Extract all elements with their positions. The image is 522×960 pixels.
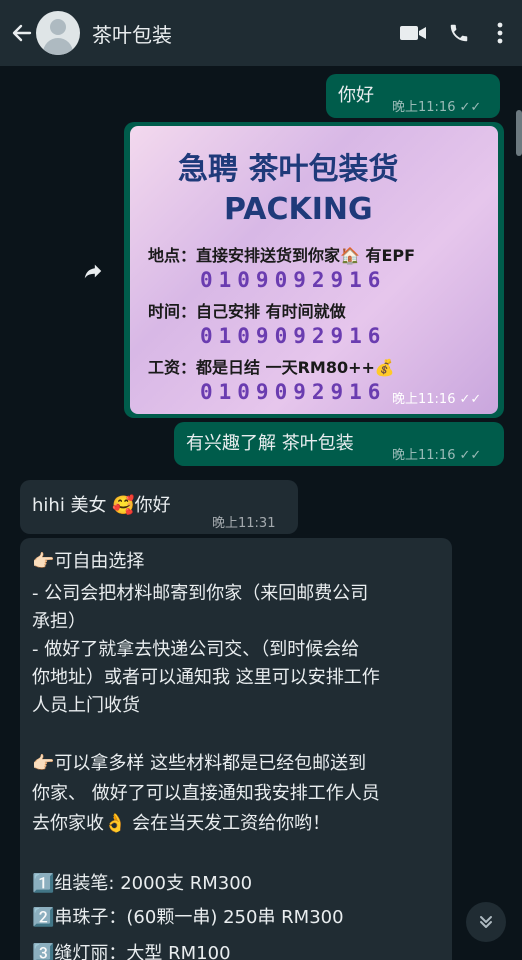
message-time: 晚上11:31 — [212, 516, 276, 531]
message-line: - 公司会把材料邮寄到你家（来回邮费公司 — [32, 583, 369, 604]
outgoing-message[interactable]: 你好 晚上11:16 ✓✓ — [326, 74, 500, 118]
message-line: 👉🏻可自由选择 — [32, 551, 145, 572]
poster-subtitle: PACKING — [224, 192, 373, 227]
poster-phone: 0109092916 — [200, 324, 387, 348]
voice-call-icon[interactable] — [436, 10, 482, 56]
message-line: 3️⃣缝灯丽：大型 RM100 — [32, 943, 231, 960]
message-line: 👉🏻可以拿多样 这些材料都是已经包邮送到 — [32, 753, 367, 774]
message-line: 你地址）或者可以通知我 这里可以安排工作 — [32, 667, 380, 688]
message-line: - 做好了就拿去快递公司交、（到时候会给 — [32, 639, 360, 660]
poster-location: 地点：直接安排送货到你家🏠 有EPF — [148, 246, 416, 265]
message-time: 晚上11:16 ✓✓ — [392, 392, 482, 407]
message-line: 1️⃣组装笔: 2000支 RM300 — [32, 873, 253, 894]
more-options-icon[interactable] — [482, 10, 518, 56]
message-text: 你好 — [338, 85, 374, 106]
contact-name[interactable]: 茶叶包装 — [92, 19, 390, 48]
read-ticks-icon: ✓✓ — [459, 392, 482, 407]
poster-salary: 工资：都是日结 一天RM80++💰 — [148, 358, 395, 377]
incoming-message[interactable]: hihi 美女 🥰你好 晚上11:31 — [20, 480, 298, 534]
message-line: 你家、 做好了可以直接通知我安排工作人员 — [32, 783, 380, 804]
message-time: 晚上11:16 ✓✓ — [392, 100, 482, 115]
job-poster-image[interactable]: 急聘 茶叶包装货 PACKING 地点：直接安排送货到你家🏠 有EPF 0109… — [130, 126, 498, 414]
message-line: 去你家收👌 会在当天发工资给你哟！ — [32, 813, 331, 834]
message-text: 有兴趣了解 茶叶包装 — [186, 433, 354, 454]
outgoing-message[interactable]: 有兴趣了解 茶叶包装 晚上11:16 ✓✓ — [174, 422, 504, 466]
read-ticks-icon: ✓✓ — [459, 448, 482, 463]
read-ticks-icon: ✓✓ — [459, 100, 482, 115]
message-line: 2️⃣串珠子：(60颗一串) 250串 RM300 — [32, 907, 344, 928]
double-chevron-down-icon — [480, 916, 492, 928]
chat-area[interactable]: 你好 晚上11:16 ✓✓ 急聘 茶叶包装货 PACKING 地点：直接安排送货到… — [0, 66, 522, 960]
forward-icon[interactable] — [82, 260, 110, 288]
poster-phone: 0109092916 — [200, 380, 387, 404]
message-text: hihi 美女 🥰你好 — [32, 495, 171, 516]
poster-title: 急聘 茶叶包装货 — [178, 152, 399, 187]
video-call-icon[interactable] — [390, 10, 436, 56]
avatar[interactable] — [36, 11, 80, 55]
chat-header: 茶叶包装 — [0, 0, 522, 66]
scrollbar[interactable] — [516, 110, 522, 156]
poster-phone: 0109092916 — [200, 268, 387, 292]
scroll-to-bottom-button[interactable] — [466, 902, 506, 942]
message-line: 承担） — [32, 611, 86, 632]
message-time: 晚上11:16 ✓✓ — [392, 448, 482, 463]
message-line: 人员上门收货 — [32, 695, 140, 716]
incoming-message[interactable]: 👉🏻可自由选择 - 公司会把材料邮寄到你家（来回邮费公司 承担） - 做好了就拿… — [20, 538, 452, 960]
back-arrow-icon[interactable] — [6, 18, 36, 48]
poster-time: 时间：自己安排 有时间就做 — [148, 302, 346, 321]
